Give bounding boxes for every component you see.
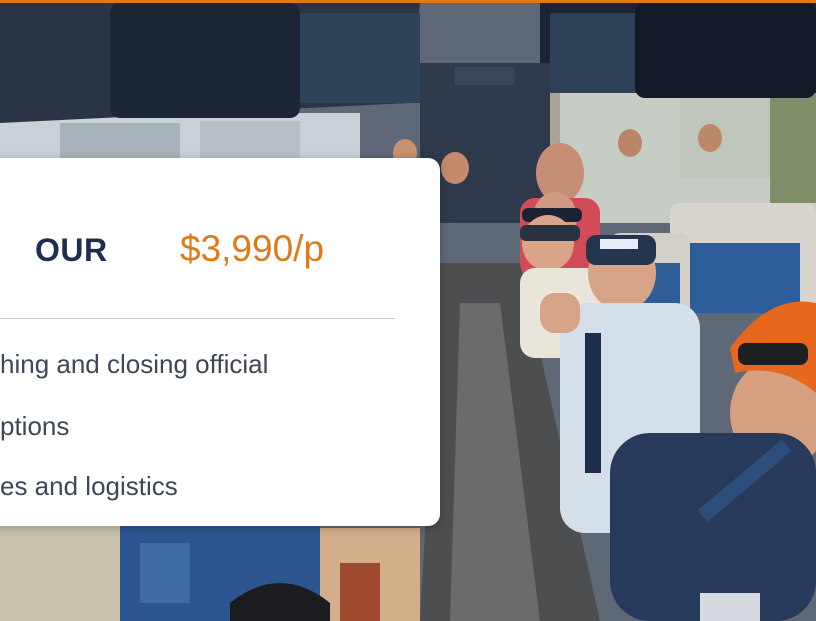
tour-title: OUR (35, 232, 108, 268)
feature-item: hing and closing official (0, 349, 269, 379)
feature-item: es and logistics (0, 471, 178, 501)
card-divider (0, 318, 395, 319)
feature-item: ptions (0, 411, 70, 441)
tour-price: $3,990/p (180, 228, 325, 269)
top-accent-bar (0, 0, 816, 3)
